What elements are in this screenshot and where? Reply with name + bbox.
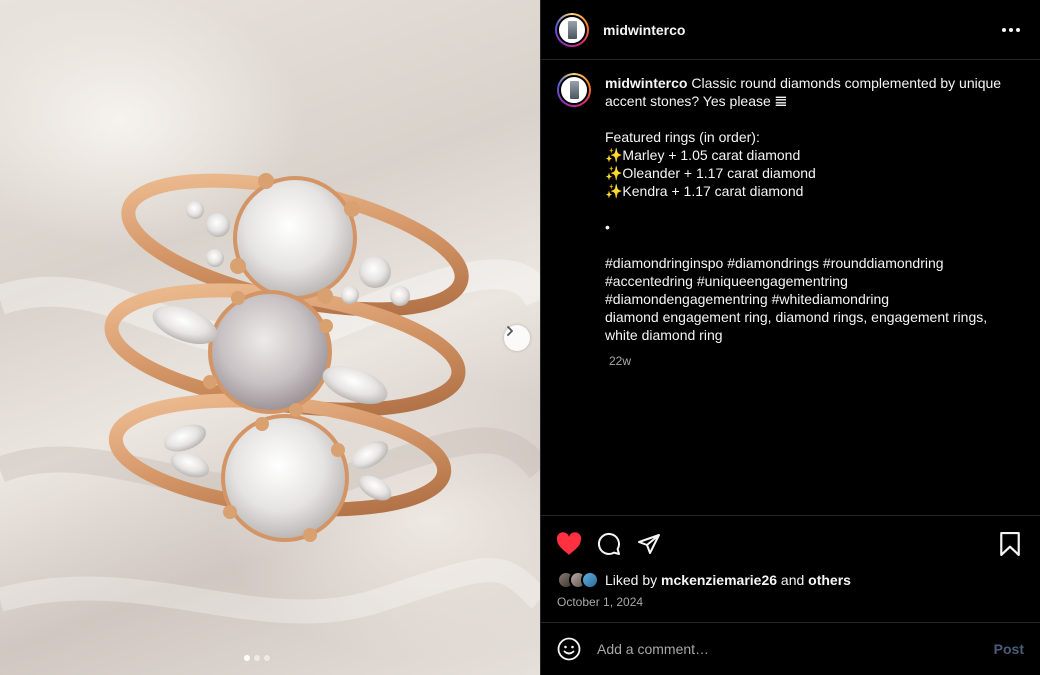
caption-avatar[interactable] (557, 73, 591, 107)
save-button[interactable] (996, 530, 1024, 558)
caption-hashtags[interactable]: #diamondringinspo #diamondrings #rounddi… (605, 254, 1005, 308)
carousel-next-button[interactable] (504, 325, 530, 351)
more-options-icon[interactable] (996, 22, 1026, 38)
liker-username[interactable]: mckenziemarie26 (661, 572, 777, 588)
liker-avatars[interactable] (557, 571, 599, 589)
comment-button[interactable] (595, 530, 623, 558)
comment-icon (597, 532, 620, 555)
comment-bar: Post (541, 622, 1040, 675)
carousel-dot (264, 655, 270, 661)
post-comment-button[interactable]: Post (994, 641, 1024, 657)
post-date[interactable]: October 1, 2024 (557, 595, 643, 609)
comment-input[interactable] (597, 641, 994, 657)
post-side-panel: midwinterco midwinterco Classic round di… (540, 0, 1040, 675)
smiley-icon[interactable] (557, 637, 581, 661)
caption-line: diamond engagement ring, diamond rings, … (605, 309, 988, 343)
likes-prefix: Liked by (605, 572, 658, 588)
carousel-indicator (244, 655, 270, 661)
like-button[interactable] (555, 530, 583, 558)
post-time[interactable]: 22w (609, 354, 1024, 368)
caption-section: midwinterco Classic round diamonds compl… (541, 60, 1040, 516)
caption-line (605, 110, 1005, 128)
likes-summary: Liked by mckenziemarie26 and others (557, 571, 851, 589)
caption-line: ✨Marley + 1.05 carat diamond (605, 147, 801, 163)
action-bar (555, 526, 1024, 562)
caption-line: ✨Oleander + 1.17 carat diamond (605, 165, 816, 181)
caption-text: midwinterco Classic round diamonds compl… (605, 74, 1005, 344)
post-username[interactable]: midwinterco (603, 22, 685, 38)
caption-line-1: midwinterco Classic round diamonds compl… (605, 75, 1002, 109)
bookmark-icon (1000, 532, 1020, 556)
caption-line (605, 200, 1005, 218)
chevron-right-icon (507, 326, 513, 336)
caption-line: Featured rings (in order): (605, 129, 760, 145)
avatar[interactable] (555, 12, 589, 47)
caption-line (605, 236, 1005, 254)
likes-and: and (780, 572, 805, 588)
send-icon (638, 534, 660, 554)
likes-others-link[interactable]: others (808, 572, 851, 588)
rings-image (0, 173, 540, 624)
carousel-dot (254, 655, 260, 661)
avatar (581, 571, 599, 589)
post-photo[interactable] (0, 0, 540, 675)
caption-username[interactable]: midwinterco (605, 75, 687, 91)
heart-filled-icon (556, 532, 582, 555)
share-button[interactable] (635, 530, 663, 558)
carousel-dot (244, 655, 250, 661)
caption-line: ✨Kendra + 1.17 carat diamond (605, 183, 804, 199)
caption-line: • (605, 219, 610, 235)
post-header: midwinterco (541, 0, 1040, 60)
